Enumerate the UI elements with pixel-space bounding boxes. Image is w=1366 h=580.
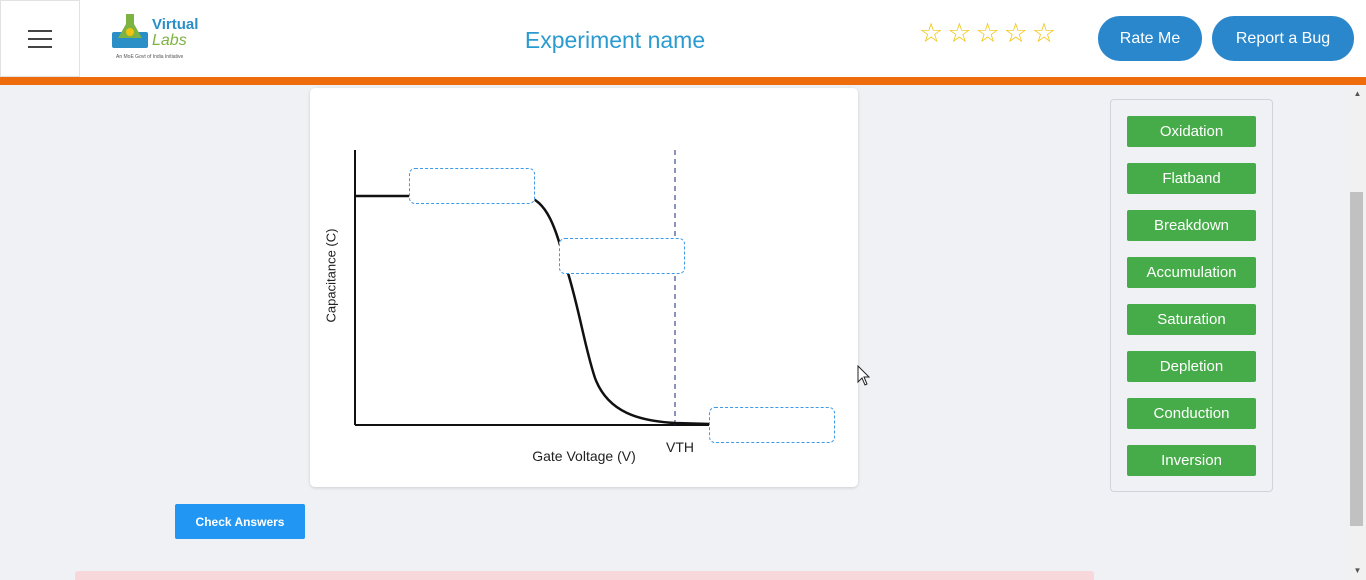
star-icon[interactable]: ☆ <box>1032 20 1056 47</box>
option-inversion[interactable]: Inversion <box>1127 445 1256 476</box>
rating-stars[interactable]: ☆ ☆ ☆ ☆ ☆ <box>919 20 1056 47</box>
drop-zone-3[interactable] <box>709 407 835 443</box>
option-breakdown[interactable]: Breakdown <box>1127 210 1256 241</box>
feedback-alert-bar <box>75 571 1094 580</box>
header: Virtual Labs An MoE Govt of India Initia… <box>0 0 1366 77</box>
drop-zone-1[interactable] <box>409 168 535 204</box>
star-icon[interactable]: ☆ <box>919 20 943 47</box>
option-conduction[interactable]: Conduction <box>1127 398 1256 429</box>
capacitance-curve <box>355 194 711 426</box>
virtual-labs-logo[interactable]: Virtual Labs An MoE Govt of India Initia… <box>110 12 202 64</box>
star-icon[interactable]: ☆ <box>947 20 971 47</box>
scroll-up-arrow-icon[interactable]: ▲ <box>1349 86 1366 102</box>
option-oxidation[interactable]: Oxidation <box>1127 116 1256 147</box>
check-answers-button[interactable]: Check Answers <box>175 504 305 539</box>
flask-icon <box>112 14 148 48</box>
y-axis-label: Capacitance (C) <box>323 228 339 323</box>
scroll-down-arrow-icon[interactable]: ▼ <box>1349 563 1366 579</box>
star-icon[interactable]: ☆ <box>975 20 999 47</box>
vth-label: VTH <box>666 439 694 455</box>
option-depletion[interactable]: Depletion <box>1127 351 1256 382</box>
options-panel: Oxidation Flatband Breakdown Accumulatio… <box>1110 99 1273 492</box>
option-flatband[interactable]: Flatband <box>1127 163 1256 194</box>
rate-me-button[interactable]: Rate Me <box>1098 16 1202 61</box>
option-saturation[interactable]: Saturation <box>1127 304 1256 335</box>
header-accent-bar <box>0 77 1366 85</box>
option-accumulation[interactable]: Accumulation <box>1127 257 1256 288</box>
scrollbar-thumb[interactable] <box>1350 192 1363 526</box>
drop-zone-2[interactable] <box>559 238 685 274</box>
logo-text-top: Virtual <box>152 16 199 33</box>
report-bug-button[interactable]: Report a Bug <box>1212 16 1354 61</box>
mouse-cursor-icon <box>857 365 871 386</box>
logo-tagline: An MoE Govt of India Initiative <box>116 54 184 60</box>
x-axis-label: Gate Voltage (V) <box>532 448 636 464</box>
cv-curve-card: Capacitance (C) Gate Voltage (V) VTH <box>310 88 858 487</box>
star-icon[interactable]: ☆ <box>1004 20 1028 47</box>
hamburger-icon <box>28 29 52 48</box>
menu-button[interactable] <box>0 0 80 77</box>
page-title: Experiment name <box>524 27 706 53</box>
logo-text-bottom: Labs <box>152 32 187 49</box>
